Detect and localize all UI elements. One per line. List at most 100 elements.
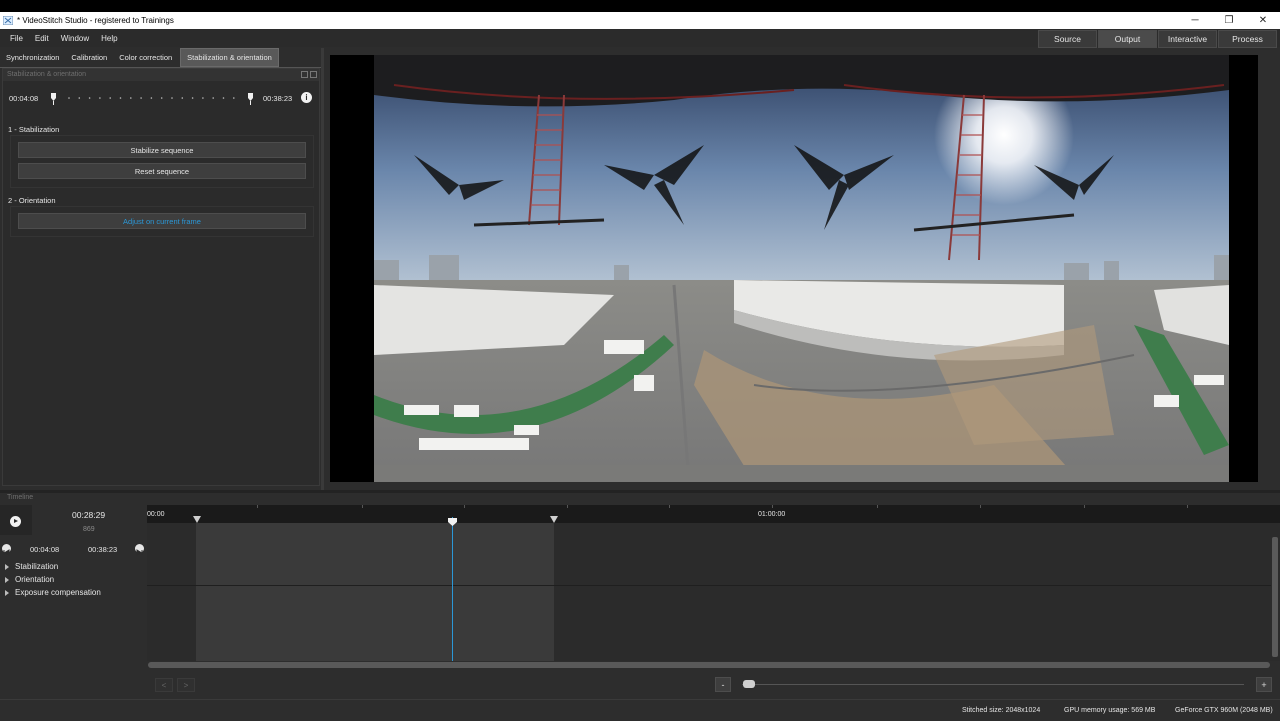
zoom-slider-track[interactable] xyxy=(742,684,1244,685)
output-button[interactable]: Output xyxy=(1098,30,1157,48)
timeline-label: Timeline xyxy=(7,494,34,501)
timeline-range-end: 00:38:23 xyxy=(88,545,118,554)
restore-button[interactable]: ❐ xyxy=(1212,12,1246,29)
slider-dot xyxy=(68,97,70,99)
process-button[interactable]: Process xyxy=(1218,30,1277,48)
playhead-handle[interactable] xyxy=(447,518,458,526)
playhead[interactable] xyxy=(452,517,453,661)
slider-dot xyxy=(88,97,91,99)
minimize-button[interactable]: ─ xyxy=(1178,12,1212,29)
timeline-ruler[interactable]: 00:00 01:00:00 xyxy=(147,505,1280,523)
title-bar: * VideoStitch Studio - registered to Tra… xyxy=(0,12,1280,29)
track-exposure-compensation[interactable]: Exposure compensation xyxy=(0,586,146,599)
output-viewer[interactable] xyxy=(330,55,1258,482)
gpu-name: GeForce GTX 960M (2048 MB) xyxy=(1175,707,1273,714)
timeline-range-start: 00:04:08 xyxy=(30,545,60,554)
timeline-track-area[interactable] xyxy=(147,523,1271,661)
tab-color-correction[interactable]: Color correction xyxy=(113,48,179,67)
tab-bar: Synchronization Calibration Color correc… xyxy=(0,48,279,67)
window-title: * VideoStitch Studio - registered to Tra… xyxy=(17,16,174,25)
timeline-horizontal-scrollbar[interactable] xyxy=(148,662,1270,668)
stabilization-panel: Stabilization & orientation 00:04:08 00:… xyxy=(2,68,320,486)
slider-dot xyxy=(160,97,163,99)
skip-forward-icon xyxy=(136,549,143,556)
menu-window[interactable]: Window xyxy=(55,34,95,43)
timeline-vertical-scrollbar[interactable] xyxy=(1271,523,1280,661)
menu-edit[interactable]: Edit xyxy=(29,34,55,43)
prev-keyframe-button[interactable]: < xyxy=(155,678,173,692)
zoom-slider-thumb[interactable] xyxy=(743,680,755,688)
panel-close-icon[interactable] xyxy=(310,71,317,78)
panorama-preview xyxy=(374,55,1229,482)
slider-dot xyxy=(222,97,225,99)
orientation-section: Adjust on current frame xyxy=(10,206,314,237)
adjust-current-frame-button[interactable]: Adjust on current frame xyxy=(18,213,306,229)
stitched-size: Stitched size: 2048x1024 xyxy=(962,707,1041,714)
menu-help[interactable]: Help xyxy=(95,34,123,43)
selected-range xyxy=(196,523,554,661)
play-button[interactable] xyxy=(10,516,21,527)
slider-dot xyxy=(181,97,184,99)
go-to-start-button[interactable] xyxy=(2,544,11,556)
ruler-mark-label: 01:00:00 xyxy=(758,511,786,518)
skip-back-icon xyxy=(3,549,10,556)
track-list: Stabilization Orientation Exposure compe… xyxy=(0,560,146,599)
slider-dot xyxy=(202,97,204,99)
status-bar: Stitched size: 2048x1024 GPU memory usag… xyxy=(0,699,1280,721)
expand-arrow-icon[interactable] xyxy=(5,589,9,596)
close-button[interactable]: ✕ xyxy=(1246,12,1280,29)
interactive-button[interactable]: Interactive xyxy=(1158,30,1217,48)
slider-dot xyxy=(130,97,132,99)
frame-range: 00:04:08 00:38:23 i xyxy=(3,90,319,106)
range-end-time: 00:38:23 xyxy=(263,94,293,103)
zoom-in-button[interactable]: + xyxy=(1256,677,1272,692)
panel-header: Stabilization & orientation xyxy=(3,69,319,81)
reset-sequence-button[interactable]: Reset sequence xyxy=(18,163,306,179)
scrollbar-thumb[interactable] xyxy=(1272,537,1278,657)
slider-dot xyxy=(140,97,142,99)
app-window: * VideoStitch Studio - registered to Tra… xyxy=(0,12,1280,721)
zoom-out-button[interactable]: - xyxy=(715,677,731,692)
range-end-handle xyxy=(248,93,253,101)
track-label: Orientation xyxy=(15,575,55,584)
stabilize-sequence-button[interactable]: Stabilize sequence xyxy=(18,142,306,158)
menu-file[interactable]: File xyxy=(0,34,29,43)
timeline-controls: 00:28:29 869 00:04:08 00:38:23 xyxy=(0,505,146,565)
range-end-marker[interactable] xyxy=(550,516,558,523)
current-time: 00:28:29 xyxy=(72,510,106,520)
slider-dot xyxy=(212,97,214,99)
vertical-splitter[interactable] xyxy=(321,48,324,490)
ruler-start-label: 00:00 xyxy=(147,511,165,518)
panel-title: Stabilization & orientation xyxy=(7,71,86,78)
go-to-end-button[interactable] xyxy=(135,544,144,556)
stabilization-section: Stabilize sequence Reset sequence xyxy=(10,135,314,188)
slider-dot xyxy=(119,97,122,99)
mode-switcher: Source Output Interactive Process xyxy=(1037,30,1277,48)
close-icon: ✕ xyxy=(1258,15,1268,26)
undock-icon[interactable] xyxy=(301,71,308,78)
tab-synchronization[interactable]: Synchronization xyxy=(0,48,66,67)
expand-arrow-icon[interactable] xyxy=(5,563,9,570)
track-stabilization[interactable]: Stabilization xyxy=(0,560,146,573)
source-button[interactable]: Source xyxy=(1038,30,1097,48)
slider-dot xyxy=(150,97,153,99)
range-start-time: 00:04:08 xyxy=(9,94,39,103)
track-orientation[interactable]: Orientation xyxy=(0,573,146,586)
slider-dot xyxy=(78,97,81,99)
minimize-icon: ─ xyxy=(1191,15,1199,26)
range-start-marker[interactable] xyxy=(193,516,201,523)
info-icon[interactable]: i xyxy=(301,92,312,103)
slider-dot xyxy=(99,97,101,99)
tab-calibration[interactable]: Calibration xyxy=(65,48,114,67)
track-label: Stabilization xyxy=(15,562,59,571)
tab-stabilization-orientation[interactable]: Stabilization & orientation xyxy=(180,48,279,67)
range-slider[interactable] xyxy=(51,90,253,106)
app-icon xyxy=(3,16,13,25)
track-label: Exposure compensation xyxy=(15,588,101,597)
expand-arrow-icon[interactable] xyxy=(5,576,9,583)
stabilization-section-label: 1 - Stabilization xyxy=(8,125,60,134)
horizontal-splitter[interactable] xyxy=(0,490,1280,493)
track-divider xyxy=(147,585,1271,586)
next-keyframe-button[interactable]: > xyxy=(177,678,195,692)
orientation-section-label: 2 - Orientation xyxy=(8,196,56,205)
